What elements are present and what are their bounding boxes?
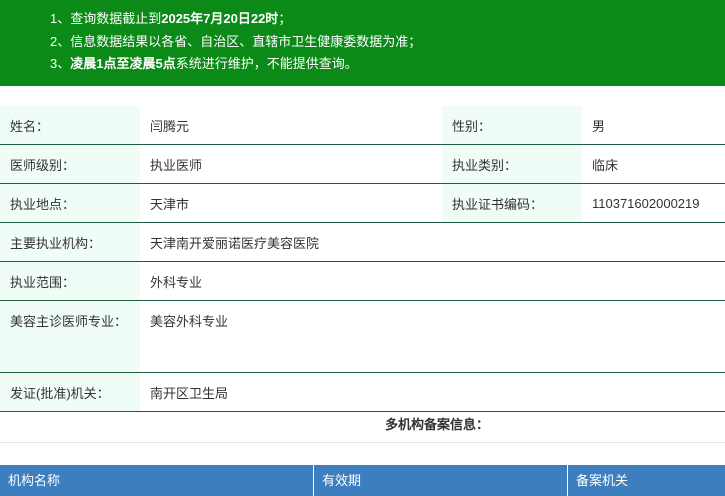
table-row: 执业地点： 天津市 执业证书编码： 110371602000219 xyxy=(0,183,725,223)
category-value: 临床 xyxy=(582,144,725,184)
notice-text: 2、信息数据结果以各省、自治区、直辖市卫生健康委数据为准； xyxy=(50,33,422,49)
notice-line-2: 2、信息数据结果以各省、自治区、直辖市卫生健康委数据为准； xyxy=(50,31,725,54)
table-row: 医师级别： 执业医师 执业类别： 临床 xyxy=(0,144,725,184)
scope-label: 执业范围： xyxy=(0,261,140,301)
name-value: 闫腾元 xyxy=(140,106,442,145)
notice-text: ； xyxy=(278,11,292,26)
gender-label: 性别： xyxy=(442,106,582,145)
notice-line-1: 1、查询数据截止到2025年7月20日22时； xyxy=(50,8,725,31)
level-value: 执业医师 xyxy=(140,144,442,184)
records-table-header: 机构名称 有效期 备案机关 xyxy=(0,465,725,496)
notice-text: 1、查询数据截止到 xyxy=(50,11,162,26)
gender-value: 男 xyxy=(582,106,725,145)
notice-banner: 1、查询数据截止到2025年7月20日22时； 2、信息数据结果以各省、自治区、… xyxy=(0,0,725,86)
location-value: 天津市 xyxy=(140,183,442,223)
name-label: 姓名： xyxy=(0,106,140,145)
notice-text: 系统进行维护，不能提供查询。 xyxy=(175,56,358,71)
multi-institution-section: 多机构备案信息： xyxy=(0,401,725,443)
column-header-filing-authority: 备案机关 xyxy=(576,473,629,488)
multi-institution-title: 多机构备案信息： xyxy=(385,417,490,432)
notice-bold-time: 凌晨1点至凌晨5点 xyxy=(70,56,176,71)
column-header-institution: 机构名称 xyxy=(0,465,314,496)
location-label: 执业地点： xyxy=(0,183,140,223)
table-row: 美容主诊医师专业： 美容外科专业 xyxy=(0,300,725,373)
column-header-validity: 有效期 xyxy=(314,465,568,496)
notice-text: 3、 xyxy=(50,56,71,71)
cosmetic-label: 美容主诊医师专业： xyxy=(0,300,140,373)
institution-label: 主要执业机构： xyxy=(0,222,140,262)
notice-line-3: 3、凌晨1点至凌晨5点系统进行维护，不能提供查询。 xyxy=(50,53,725,76)
cert-value: 110371602000219 xyxy=(582,183,725,223)
institution-value: 天津南开爱丽诺医疗美容医院 xyxy=(140,222,725,262)
notice-bold-date: 2025年7月20日22时 xyxy=(161,11,279,26)
category-label: 执业类别： xyxy=(442,144,582,184)
doctor-info-table: 姓名： 闫腾元 性别： 男 医师级别： 执业医师 执业类别： 临床 执业地点： … xyxy=(0,106,725,412)
cert-label: 执业证书编码： xyxy=(442,183,582,223)
table-row: 执业范围： 外科专业 xyxy=(0,261,725,301)
level-label: 医师级别： xyxy=(0,144,140,184)
scope-value: 外科专业 xyxy=(140,261,725,301)
table-row: 主要执业机构： 天津南开爱丽诺医疗美容医院 xyxy=(0,222,725,262)
table-row: 姓名： 闫腾元 性别： 男 xyxy=(0,106,725,145)
cosmetic-value: 美容外科专业 xyxy=(140,300,725,373)
